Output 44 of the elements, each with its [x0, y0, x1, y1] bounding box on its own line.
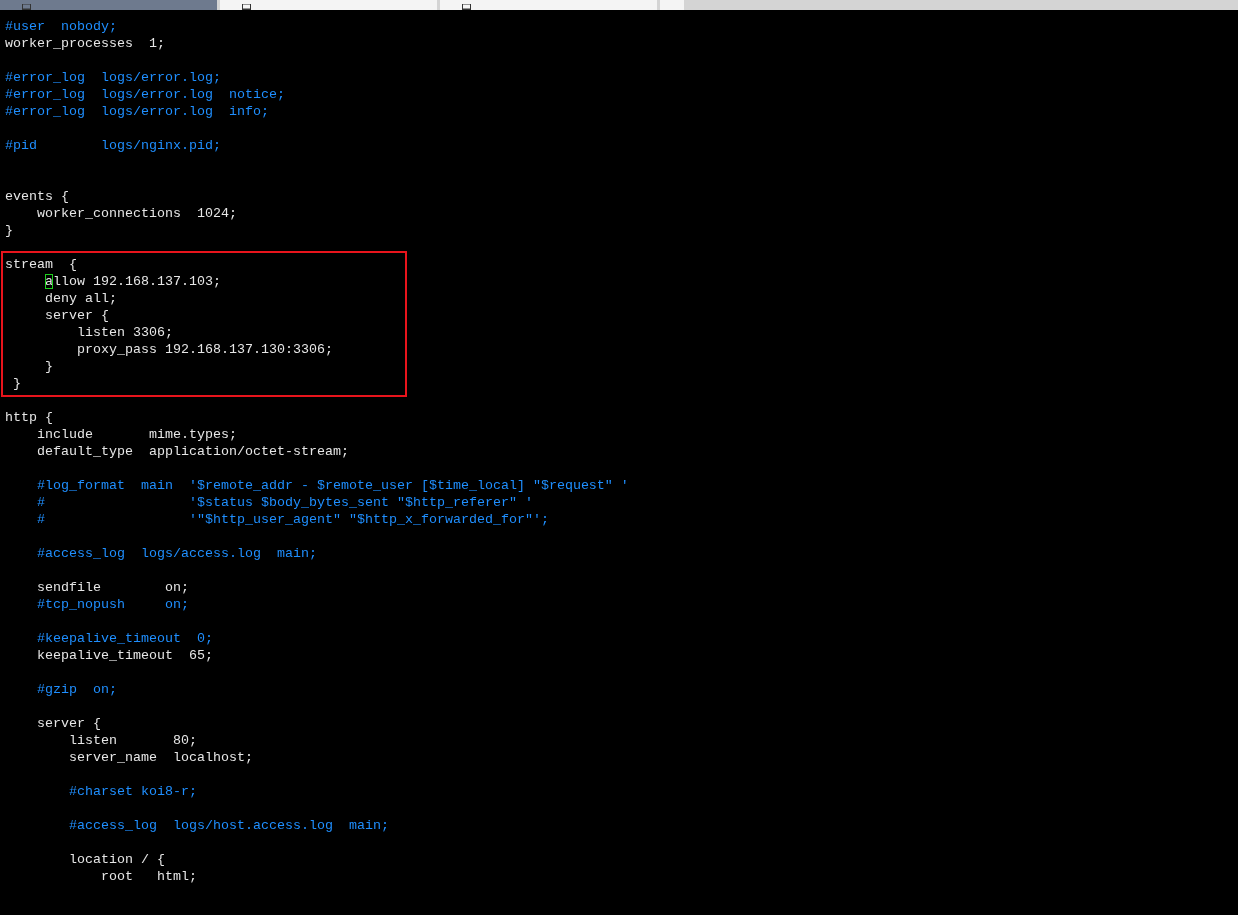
code-line: worker_connections 1024; — [37, 206, 237, 221]
code-line: proxy_pass 192.168.137.130:3306; — [77, 342, 333, 357]
comment-line: #log_format main '$remote_addr - $remote_user [$time_local] "$request" ' — [37, 478, 629, 493]
comment-line: # '"$http_user_agent" "$http_x_forwarded_for"'; — [37, 512, 549, 527]
editor-tab[interactable] — [220, 0, 437, 10]
code-line: include mime.types; — [37, 427, 237, 442]
code-line: llow 192.168.137.103; — [53, 274, 221, 289]
comment-line: #access_log logs/access.log main; — [37, 546, 317, 561]
editor-tab[interactable] — [440, 0, 657, 10]
code-line: root html; — [101, 869, 197, 884]
code-line: } — [45, 359, 53, 374]
comment-line: #error_log logs/error.log info; — [5, 104, 269, 119]
code-line: server { — [45, 308, 109, 323]
code-line: deny all; — [45, 291, 117, 306]
code-line: sendfile on; — [37, 580, 189, 595]
code-line: keepalive_timeout 65; — [37, 648, 213, 663]
comment-line: #access_log logs/host.access.log main; — [69, 818, 389, 833]
comment-line: #user nobody; — [5, 19, 117, 34]
file-icon — [462, 4, 471, 10]
code-line: default_type application/octet-stream; — [37, 444, 349, 459]
editor-tab[interactable] — [660, 0, 684, 10]
comment-line: #gzip on; — [37, 682, 117, 697]
code-line: listen 80; — [69, 733, 197, 748]
code-line: } — [5, 223, 13, 238]
code-line: server { — [37, 716, 101, 731]
comment-line: #error_log logs/error.log notice; — [5, 87, 285, 102]
comment-line: #tcp_nopush on; — [37, 597, 189, 612]
code-line: } — [13, 376, 21, 391]
comment-line: #charset koi8-r; — [69, 784, 197, 799]
code-line: server_name localhost; — [69, 750, 253, 765]
code-line: listen 3306; — [77, 325, 173, 340]
comment-line: #error_log logs/error.log; — [5, 70, 221, 85]
file-icon — [242, 4, 251, 10]
comment-line: #keepalive_timeout 0; — [37, 631, 213, 646]
code-line: events { — [5, 189, 69, 204]
code-line: worker_processes 1; — [5, 36, 165, 51]
comment-line: # '$status $body_bytes_sent "$http_referer" ' — [37, 495, 533, 510]
file-icon — [22, 4, 31, 10]
text-cursor: a — [45, 274, 53, 289]
code-line: location / { — [69, 852, 165, 867]
code-line: stream { — [5, 257, 77, 272]
editor-tab[interactable] — [0, 0, 217, 10]
code-line: http { — [5, 410, 53, 425]
comment-line: #pid logs/nginx.pid; — [5, 138, 221, 153]
